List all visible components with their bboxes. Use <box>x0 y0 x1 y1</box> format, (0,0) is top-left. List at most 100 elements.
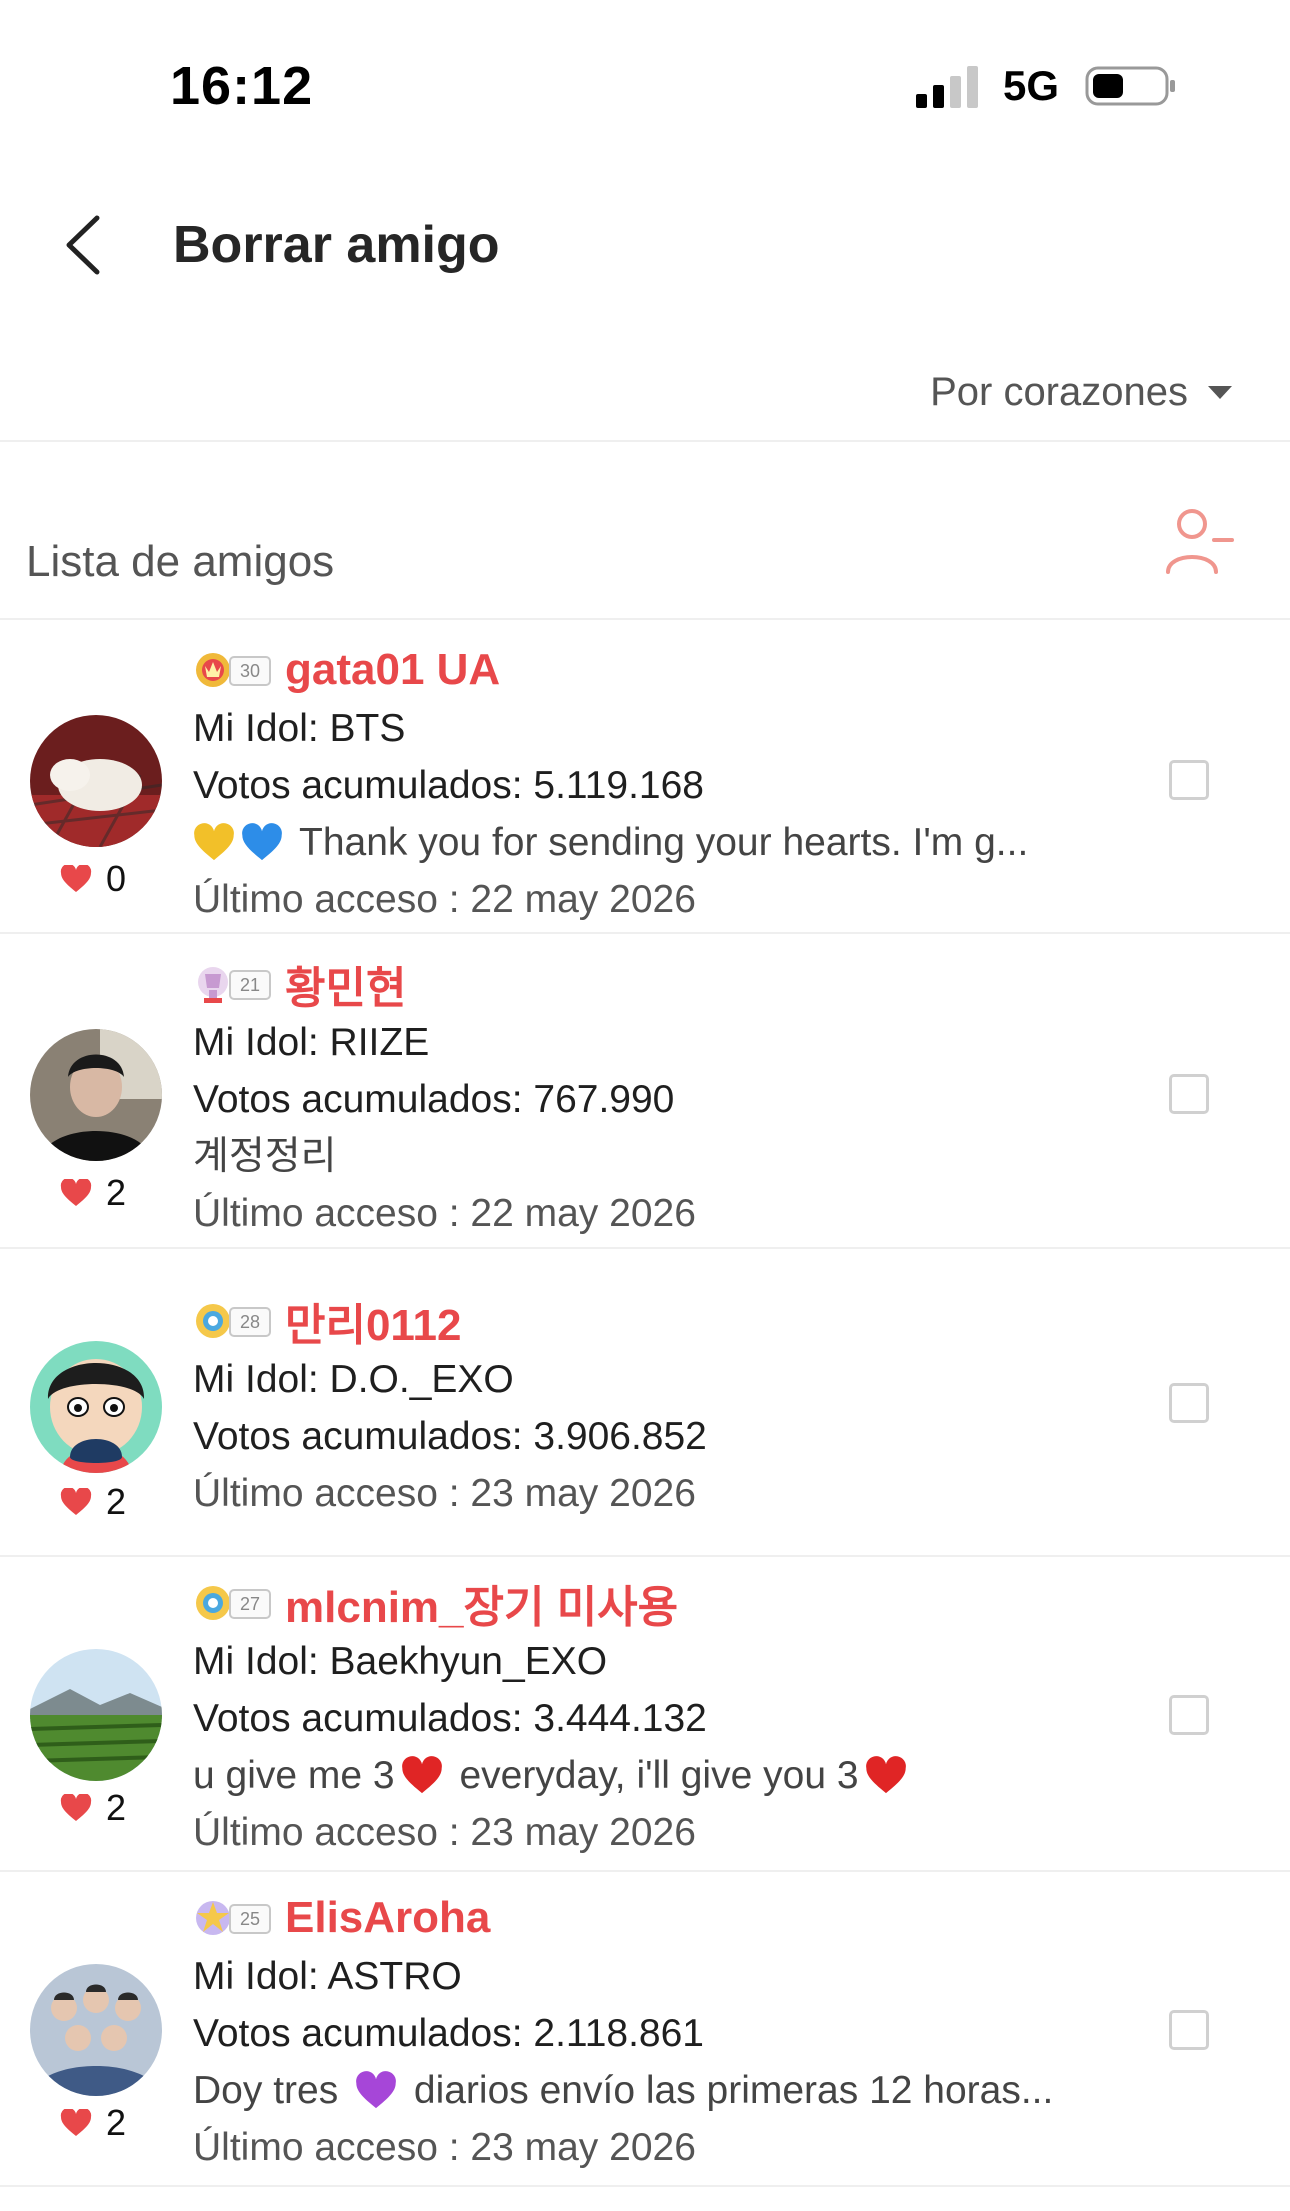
hearts-count: 2 <box>60 2102 126 2144</box>
network-label: 5G <box>1003 62 1060 109</box>
votes: Votos acumulados: 3.444.132 <box>193 1697 707 1740</box>
hearts-count: 0 <box>60 858 126 900</box>
battery-icon <box>1085 66 1175 106</box>
level-value: 30 <box>229 656 271 686</box>
status-message: 계정정리 <box>193 1135 337 1178</box>
level-badge: 30 <box>193 646 271 694</box>
votes: Votos acumulados: 767.990 <box>193 1078 675 1121</box>
status-message: Doy tres diarios envío las primeras 12 h… <box>193 2062 1053 2119</box>
navigation-bar: Borrar amigo <box>0 190 1290 300</box>
heart-icon <box>60 1794 92 1821</box>
hearts-count: 2 <box>60 1481 126 1523</box>
friend-row: 2 21 황민현 Mi Idol: RIIZE Votos acumulados… <box>0 932 1290 1249</box>
status-message: Thank you for sending your hearts. I'm g… <box>193 814 1028 871</box>
hearts-count: 2 <box>60 1172 126 1214</box>
trophy-badge-icon <box>198 967 228 1003</box>
heart-icon <box>60 865 92 892</box>
votes: Votos acumulados: 2.118.861 <box>193 2012 704 2055</box>
white-cat-avatar[interactable] <box>30 715 162 847</box>
hearts-value: 0 <box>106 858 127 899</box>
level-badge: 21 <box>193 960 271 1008</box>
signal-icon <box>916 66 978 108</box>
hearts-value: 2 <box>106 1172 127 1213</box>
votes: Votos acumulados: 3.906.852 <box>193 1415 707 1458</box>
message-text-a: u give me 3 <box>193 1754 395 1797</box>
votes: Votos acumulados: 5.119.168 <box>193 764 704 807</box>
last-access: Último acceso : 23 may 2026 <box>193 1472 696 1515</box>
select-checkbox[interactable] <box>1169 2010 1209 2050</box>
friend-row: 2 28 만리0112 Mi Idol: D.O._EXO Votos acum… <box>0 1247 1290 1557</box>
level-value: 27 <box>229 1589 271 1619</box>
purple-heart-icon <box>356 2070 396 2108</box>
red-heart-icon <box>865 1755 906 1793</box>
idol: Mi Idol: ASTRO <box>193 1955 462 1998</box>
friend-row: 2 25 ElisAroha Mi Idol: ASTRO Votos acum… <box>0 1870 1290 2187</box>
field-landscape-avatar[interactable] <box>30 1649 162 1781</box>
status-message: u give me 3 everyday, i'll give you 3 <box>193 1747 907 1804</box>
message-text-b: diarios envío las primeras 12 horas... <box>403 2069 1054 2112</box>
divider <box>0 2185 1290 2187</box>
friend-row: 2 27 mlcnim_장기 미사용 Mi Idol: Baekhyun_EXO… <box>0 1555 1290 1872</box>
username[interactable]: 만리0112 <box>285 1289 461 1353</box>
idol: Mi Idol: BTS <box>193 707 406 750</box>
friend-info: 28 만리0112 Mi Idol: D.O._EXO Votos acumul… <box>193 1291 707 1522</box>
list-header: Lista de amigos <box>0 480 1290 620</box>
idol: Mi Idol: RIIZE <box>193 1021 430 1064</box>
blue-heart-icon <box>242 822 282 860</box>
sort-dropdown[interactable]: Por corazones <box>930 370 1232 415</box>
sun-badge-icon <box>196 1304 230 1338</box>
status-bar: 16:12 5G <box>0 0 1290 150</box>
cartoon-boy-avatar[interactable] <box>30 1341 162 1473</box>
select-checkbox[interactable] <box>1169 1383 1209 1423</box>
level-value: 21 <box>229 970 271 1000</box>
hearts-value: 2 <box>106 1481 127 1522</box>
heart-icon <box>60 2109 92 2136</box>
status-time: 16:12 <box>170 56 314 116</box>
username[interactable]: gata01 UA <box>285 645 500 695</box>
username[interactable]: mlcnim_장기 미사용 <box>285 1571 678 1635</box>
caret-down-icon <box>1208 386 1232 399</box>
level-badge: 25 <box>193 1894 271 1942</box>
divider <box>0 440 1290 442</box>
hearts-value: 2 <box>106 2102 127 2143</box>
select-checkbox[interactable] <box>1169 1695 1209 1735</box>
last-access: Último acceso : 22 may 2026 <box>193 878 696 921</box>
select-checkbox[interactable] <box>1169 1074 1209 1114</box>
crown-badge-icon <box>196 653 230 687</box>
message-text-a: Doy tres <box>193 2069 350 2112</box>
level-badge: 27 <box>193 1579 271 1627</box>
friend-info: 27 mlcnim_장기 미사용 Mi Idol: Baekhyun_EXO V… <box>193 1573 907 1861</box>
hearts-value: 2 <box>106 1787 127 1828</box>
last-access: Último acceso : 23 may 2026 <box>193 1811 696 1854</box>
heart-icon <box>60 1179 92 1206</box>
remove-friend-icon[interactable] <box>1160 500 1240 580</box>
back-arrow-icon[interactable] <box>55 210 115 280</box>
page-title: Borrar amigo <box>173 216 500 274</box>
heart-icon <box>60 1488 92 1515</box>
hearts-count: 2 <box>60 1787 126 1829</box>
person-photo-avatar[interactable] <box>30 1029 162 1161</box>
friend-row: 0 30 gata01 UA Mi Idol: BTS Votos acumul… <box>0 618 1290 934</box>
last-access: Último acceso : 22 may 2026 <box>193 1192 696 1235</box>
message-text-b: everyday, i'll give you 3 <box>448 1754 859 1797</box>
level-badge: 28 <box>193 1297 271 1345</box>
group-photo-avatar[interactable] <box>30 1964 162 2096</box>
star-badge-icon <box>196 1901 230 1935</box>
level-value: 28 <box>229 1307 271 1337</box>
sun-badge-icon <box>196 1586 230 1620</box>
message-text: Thank you for sending your hearts. I'm g… <box>299 821 1029 864</box>
idol: Mi Idol: D.O._EXO <box>193 1358 514 1401</box>
username[interactable]: ElisAroha <box>285 1893 490 1943</box>
select-checkbox[interactable] <box>1169 760 1209 800</box>
friend-info: 30 gata01 UA Mi Idol: BTS Votos acumulad… <box>193 640 1028 928</box>
red-heart-icon <box>401 1755 442 1793</box>
sort-label: Por corazones <box>930 370 1188 414</box>
friend-info: 25 ElisAroha Mi Idol: ASTRO Votos acumul… <box>193 1888 1053 2176</box>
username[interactable]: 황민현 <box>285 952 406 1016</box>
level-value: 25 <box>229 1904 271 1934</box>
friend-info: 21 황민현 Mi Idol: RIIZE Votos acumulados: … <box>193 954 696 1242</box>
last-access: Último acceso : 23 may 2026 <box>193 2126 696 2169</box>
list-title: Lista de amigos <box>26 537 335 586</box>
idol: Mi Idol: Baekhyun_EXO <box>193 1640 608 1683</box>
yellow-heart-icon <box>194 822 234 860</box>
